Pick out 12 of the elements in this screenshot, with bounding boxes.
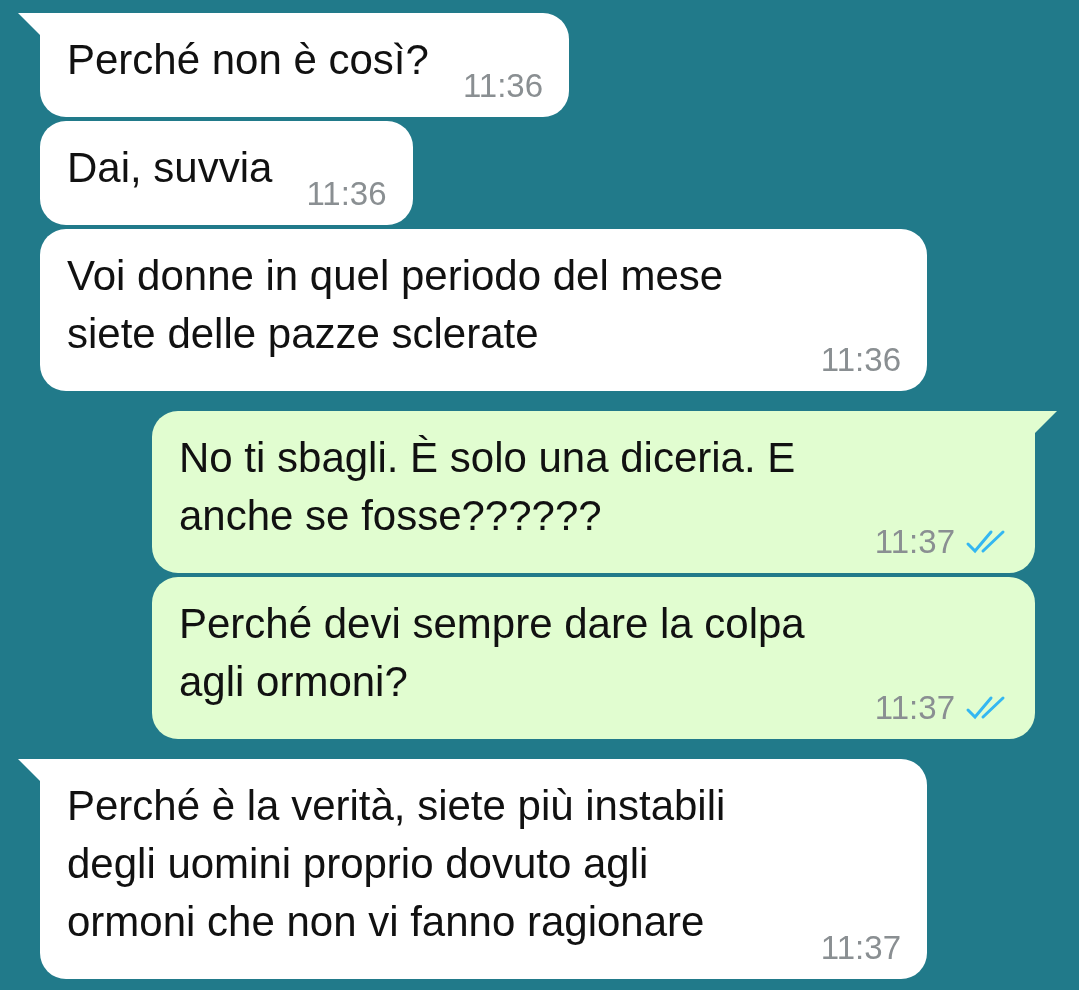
message-text: Perché devi sempre dare la colpa agli ormoni?: [179, 599, 806, 707]
message-text: Perché è la verità, siete più instabili degli uomini proprio dovuto agli ormoni che non vi fanno ragionare: [67, 781, 727, 947]
message-text: No ti sbagli. È solo una diceria. E anche se fosse??????: [179, 433, 797, 541]
message-text: Voi donne in quel periodo del mese siete delle pazze sclerate: [67, 251, 725, 359]
message-time: 11:37: [874, 691, 955, 725]
message-text: Perché non è così?: [67, 35, 429, 85]
message-text: Dai, suvvia: [67, 143, 273, 193]
message-time: 11:36: [820, 343, 901, 377]
message-time: 11:37: [820, 931, 901, 965]
message-time: 11:37: [874, 525, 955, 559]
message-time: 11:36: [462, 69, 544, 103]
message-time: 11:36: [306, 177, 387, 211]
